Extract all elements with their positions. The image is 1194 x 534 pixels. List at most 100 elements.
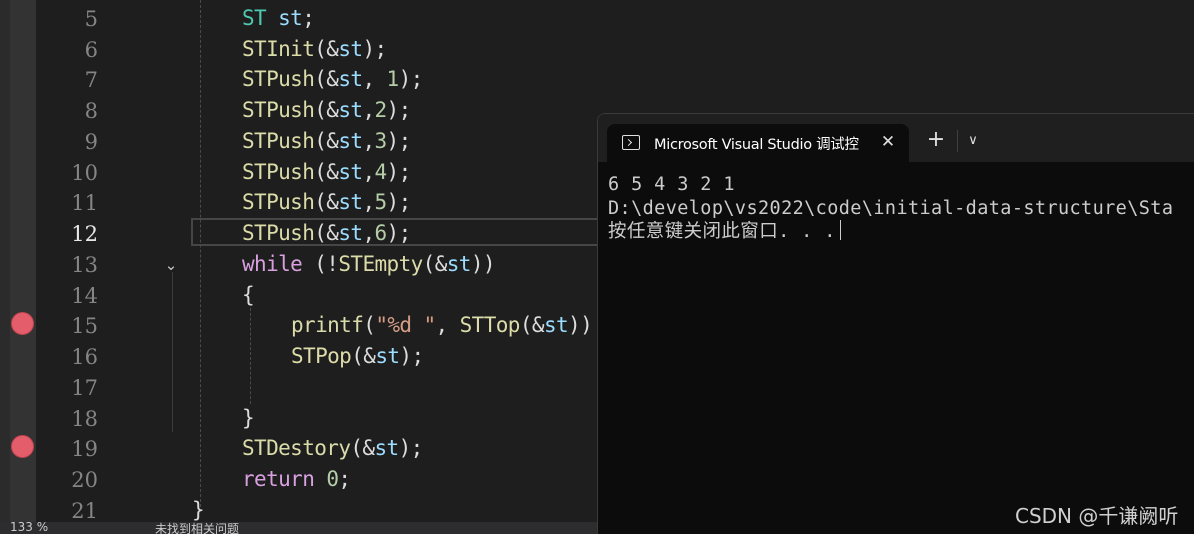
line-number: 6: [84, 38, 98, 62]
code-token: STPush: [242, 129, 315, 153]
chevron-down-icon[interactable]: ∨: [962, 130, 984, 152]
code-token: st: [338, 37, 363, 61]
new-tab-button[interactable]: +: [924, 128, 948, 152]
code-token: ,: [362, 160, 375, 184]
code-token: STPush: [242, 221, 315, 245]
code-token: }: [242, 406, 255, 430]
editor-left-gutter: [0, 0, 10, 534]
code-token: st: [338, 129, 363, 153]
code-line[interactable]: STPush(&st,5);: [242, 187, 411, 217]
code-line[interactable]: ST st;: [242, 3, 315, 33]
console-prompt-text: 按任意键关闭此窗口. . .: [608, 221, 836, 242]
code-token: st: [338, 67, 363, 91]
console-tab[interactable]: Microsoft Visual Studio 调试控 ✕: [607, 124, 909, 162]
console-tab-bar: Microsoft Visual Studio 调试控 ✕ + ∨: [598, 114, 1194, 162]
code-token: );: [362, 37, 387, 61]
code-line[interactable]: STPop(&st);: [291, 341, 424, 371]
code-token: (&: [350, 436, 375, 460]
code-token: ,: [362, 67, 387, 91]
code-line[interactable]: STPush(&st,4);: [242, 157, 411, 187]
code-token: ;: [302, 6, 315, 30]
code-line[interactable]: STInit(&st);: [242, 34, 387, 64]
code-token: (&: [519, 313, 545, 337]
line-number: 9: [84, 130, 98, 154]
debug-console-window[interactable]: Microsoft Visual Studio 调试控 ✕ + ∨ 6 5 4 …: [597, 113, 1194, 534]
code-token: 0: [326, 467, 339, 491]
code-token: st: [446, 252, 472, 276]
indent-guide: [250, 308, 251, 404]
line-number: 16: [71, 345, 98, 369]
code-token: st: [338, 190, 363, 214]
code-token: STInit: [242, 37, 315, 61]
code-token: );: [399, 344, 424, 368]
code-token: (&: [422, 252, 448, 276]
code-token: ,: [435, 313, 460, 337]
zoom-level[interactable]: 133 %: [10, 522, 48, 534]
line-number: 18: [71, 407, 98, 431]
editor-status-bar: 133 % 未找到相关问题: [0, 522, 598, 534]
code-token: STDestory: [242, 436, 351, 460]
code-token: );: [398, 436, 424, 460]
code-token: );: [386, 221, 412, 245]
code-token: st: [375, 344, 400, 368]
text-cursor: [839, 220, 841, 240]
code-line[interactable]: }: [192, 495, 205, 525]
console-output-line: D:\develop\vs2022\code\initial-data-stru…: [608, 198, 1174, 219]
line-number: 15: [71, 314, 98, 338]
code-token: (&: [314, 67, 339, 91]
code-token: "%d ": [375, 313, 436, 337]
code-token: (!: [302, 252, 339, 276]
code-token: );: [386, 98, 412, 122]
code-token: 4: [374, 160, 388, 184]
code-token: }: [192, 498, 205, 522]
code-token: 6: [374, 221, 388, 245]
code-token: ,: [362, 129, 375, 153]
code-token: 3: [374, 129, 388, 153]
line-number: 17: [71, 376, 98, 400]
code-token: )): [470, 252, 496, 276]
code-token: STPush: [242, 160, 315, 184]
terminal-icon: [622, 135, 640, 150]
code-line[interactable]: while (!STEmpty(&st)): [242, 249, 496, 279]
code-token: st: [338, 221, 363, 245]
code-token: );: [386, 190, 412, 214]
code-line[interactable]: printf("%d ", STTop(&st)): [291, 310, 593, 340]
tab-title: Microsoft Visual Studio 调试控: [654, 137, 859, 153]
code-token: 5: [374, 190, 388, 214]
code-token: STPush: [242, 67, 315, 91]
close-icon[interactable]: ✕: [877, 130, 899, 154]
issues-status[interactable]: 未找到相关问题: [155, 522, 239, 534]
code-token: 1: [386, 67, 400, 91]
fold-guide: [172, 272, 173, 432]
code-token: (: [363, 313, 376, 337]
code-line[interactable]: {: [242, 280, 255, 310]
code-line-active[interactable]: STPush(&st,6);: [242, 218, 411, 248]
code-token: st: [338, 98, 363, 122]
line-number: 20: [71, 468, 98, 492]
code-line[interactable]: STPush(&st, 1);: [242, 64, 423, 94]
code-token: STPush: [242, 190, 315, 214]
code-line[interactable]: return 0;: [242, 464, 351, 494]
code-token: STEmpty: [338, 252, 423, 276]
code-token: )): [568, 313, 593, 337]
breakpoint-icon[interactable]: [11, 312, 34, 335]
breakpoint-icon[interactable]: [11, 435, 34, 458]
code-token: 2: [374, 98, 388, 122]
line-number-active: 12: [71, 222, 98, 246]
code-line[interactable]: STPush(&st,2);: [242, 95, 411, 125]
code-token: ,: [362, 98, 375, 122]
code-token: ST: [242, 6, 267, 30]
code-token: while: [242, 252, 303, 276]
line-number: 13: [71, 253, 98, 277]
code-line[interactable]: STDestory(&st);: [242, 433, 423, 463]
code-token: printf: [291, 313, 364, 337]
line-number: 8: [84, 99, 98, 123]
indent-guide: [200, 0, 201, 512]
code-token: return: [242, 467, 315, 491]
chevron-down-icon[interactable]: ⌄: [162, 256, 180, 274]
code-token: (&: [314, 221, 339, 245]
watermark: CSDN @千谦阙听: [1015, 504, 1179, 528]
code-line[interactable]: STPush(&st,3);: [242, 126, 411, 156]
code-line[interactable]: }: [242, 403, 255, 433]
